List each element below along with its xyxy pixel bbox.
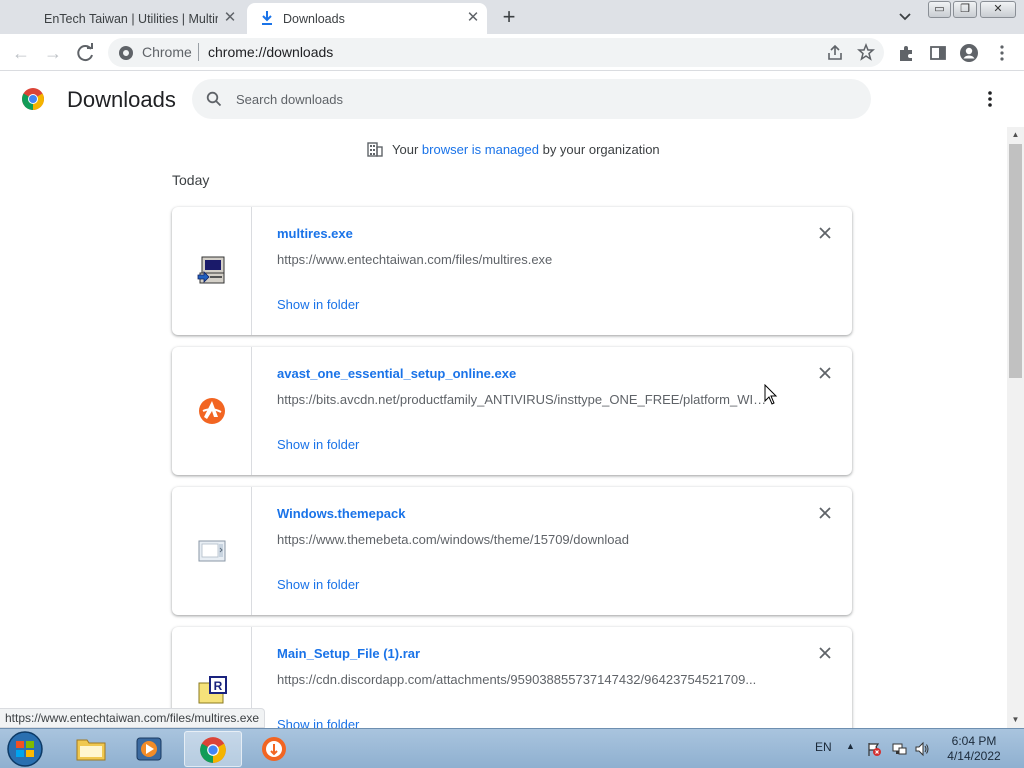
avast-icon [199,398,225,424]
back-button[interactable]: ← [9,41,33,65]
downloads-header: Downloads [0,71,1010,127]
extensions-icon[interactable] [896,43,916,63]
managed-link[interactable]: browser is managed [422,142,539,157]
taskbar-explorer[interactable] [62,731,120,767]
themepack-icon [198,540,226,562]
profile-avatar-icon[interactable] [959,43,979,63]
system-clock[interactable]: 6:04 PM 4/14/2022 [936,734,1012,764]
search-input[interactable] [236,89,836,109]
start-button-icon[interactable] [5,730,45,768]
icon-column [172,487,252,615]
more-actions-icon[interactable] [980,87,1000,111]
mouse-cursor-icon [764,384,778,405]
chrome-icon [200,737,226,763]
icon-column [172,207,252,335]
managed-prefix: Your [392,141,419,157]
address-bar[interactable]: Chrome chrome://downloads [108,38,884,67]
folder-icon [76,739,106,761]
tab-downloads[interactable]: Downloads ✕ [247,3,487,34]
close-icon[interactable] [817,365,833,381]
close-icon[interactable]: ✕ [465,10,481,26]
file-name-link[interactable]: Main_Setup_File (1).rar [277,646,420,661]
share-icon[interactable] [826,44,844,62]
clock-time: 6:04 PM [951,734,997,748]
forward-button[interactable]: → [41,41,65,65]
menu-kebab-icon[interactable] [992,43,1012,63]
file-url[interactable]: https://www.entechtaiwan.com/files/multi… [277,252,767,267]
exe-program-icon [197,256,225,284]
search-icon [206,91,222,107]
download-item: avast_one_essential_setup_online.exe htt… [172,347,852,475]
rar-archive-icon: R [198,676,227,704]
icon-column [172,347,252,475]
file-url[interactable]: https://bits.avcdn.net/productfamily_ANT… [277,392,767,407]
file-name-link[interactable]: Windows.themepack [277,506,405,521]
download-icon [262,11,272,25]
scroll-down-icon[interactable]: ▼ [1007,712,1024,728]
date-section-heading: Today [172,172,210,188]
tray-expand-icon[interactable]: ▲ [846,741,855,751]
browser-toolbar: ← → Chrome chrome://downloads [0,34,1024,71]
media-player-icon [136,737,162,761]
download-item: R Main_Setup_File (1).rar https://cdn.di… [172,627,852,728]
close-icon[interactable] [817,645,833,661]
network-icon[interactable] [891,741,907,757]
search-downloads[interactable] [192,79,871,119]
file-url[interactable]: https://cdn.discordapp.com/attachments/9… [277,672,767,687]
download-item: Windows.themepack https://www.themebeta.… [172,487,852,615]
site-chip: Chrome [142,44,192,60]
chrome-logo-icon [22,88,44,110]
minimize-button[interactable]: ▭ [928,1,951,18]
chrome-site-icon [119,46,133,60]
new-tab-button[interactable]: + [498,6,520,28]
taskbar-avast[interactable] [246,731,304,767]
file-name-link[interactable]: avast_one_essential_setup_online.exe [277,366,516,381]
close-icon[interactable] [817,225,833,241]
close-icon[interactable] [817,505,833,521]
tab-entech[interactable]: EnTech Taiwan | Utilities | Multire ✕ [8,3,244,34]
clock-date: 4/14/2022 [947,749,1001,763]
taskbar-media-player[interactable] [120,731,178,767]
file-url[interactable]: https://www.themebeta.com/windows/theme/… [277,532,767,547]
taskbar-chrome[interactable] [184,731,242,767]
star-icon[interactable] [857,43,875,61]
show-in-folder-link[interactable]: Show in folder [277,297,359,312]
page-title: Downloads [67,87,176,112]
url-text: chrome://downloads [208,44,334,60]
managed-notice: Your browser is managed by your organiza… [366,140,660,158]
avast-security-icon [262,737,286,761]
windows-taskbar: EN ▲ 6:04 PM 4/14/2022 [0,728,1024,768]
scroll-thumb[interactable] [1009,144,1022,378]
chevron-down-icon[interactable] [895,9,915,25]
side-panel-icon[interactable] [928,43,948,63]
tab-title: Downloads [283,11,345,26]
vertical-scrollbar[interactable]: ▲ ▼ [1007,127,1024,728]
tab-title: EnTech Taiwan | Utilities | Multire [44,11,218,26]
downloads-list-area: Your browser is managed by your organiza… [0,127,1007,728]
download-item: multires.exe https://www.entechtaiwan.co… [172,207,852,335]
tab-strip: EnTech Taiwan | Utilities | Multire ✕ Do… [0,0,1024,34]
show-in-folder-link[interactable]: Show in folder [277,577,359,592]
reload-icon[interactable] [74,41,98,65]
scroll-up-icon[interactable]: ▲ [1007,127,1024,143]
show-in-folder-link[interactable]: Show in folder [277,437,359,452]
close-window-button[interactable]: ✕ [980,1,1016,18]
restore-button[interactable]: ❐ [953,1,977,18]
managed-suffix: by your organization [542,141,660,157]
volume-icon[interactable] [914,741,930,757]
language-indicator[interactable]: EN [815,740,832,754]
svg-text:R: R [214,679,223,693]
link-status-bubble: https://www.entechtaiwan.com/files/multi… [0,708,266,728]
show-in-folder-link[interactable]: Show in folder [277,717,359,728]
action-center-flag-icon[interactable] [866,741,882,757]
building-icon [367,142,383,157]
close-icon[interactable]: ✕ [222,10,238,26]
file-name-link[interactable]: multires.exe [277,226,353,241]
divider [198,43,199,61]
